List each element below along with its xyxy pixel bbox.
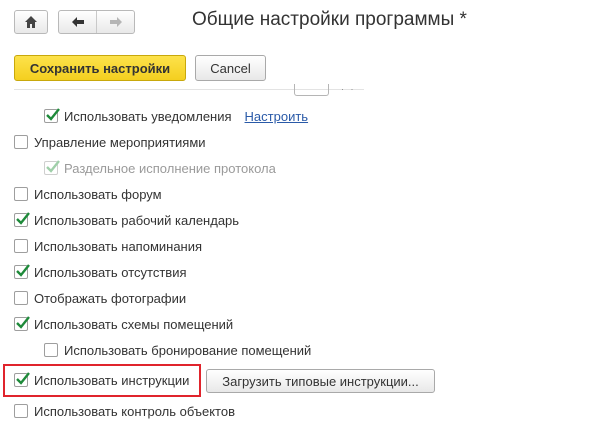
label-use-absences: Использовать отсутствия <box>34 264 187 280</box>
setting-use-work-calendar: Использовать рабочий календарь <box>14 210 239 230</box>
save-settings-button[interactable]: Сохранить настройки <box>14 55 186 81</box>
checkmark-icon <box>46 108 60 121</box>
setting-event-management: Управление мероприятиями <box>14 132 206 152</box>
setting-separate-protocol: Раздельное исполнение протокола <box>44 158 276 178</box>
checkbox-use-notifications[interactable] <box>44 108 60 123</box>
checkmark-icon <box>46 160 60 173</box>
checkbox-use-work-calendar[interactable] <box>14 212 30 227</box>
checkbox-use-absences[interactable] <box>14 264 30 279</box>
label-use-reminders: Использовать напоминания <box>34 238 203 254</box>
home-icon <box>25 16 37 28</box>
label-separate-protocol: Раздельное исполнение протокола <box>64 160 276 176</box>
setting-use-notifications: Использовать уведомления Настроить <box>44 106 308 126</box>
label-use-object-control: Использовать контроль объектов <box>34 403 235 419</box>
label-use-room-schemes: Использовать схемы помещений <box>34 316 234 332</box>
checkbox-use-object-control[interactable] <box>14 404 28 418</box>
setting-use-absences: Использовать отсутствия <box>14 262 187 282</box>
checkmark-icon <box>16 372 30 385</box>
setting-use-room-booking: Использовать бронирование помещений <box>44 340 311 360</box>
forward-button[interactable] <box>96 11 134 33</box>
label-use-notifications: Использовать уведомления <box>64 108 232 124</box>
label-use-room-booking: Использовать бронирование помещений <box>64 342 312 358</box>
checkmark-icon <box>16 212 30 225</box>
home-button[interactable] <box>14 10 48 34</box>
page-title: Общие настройки программы * <box>192 9 467 30</box>
setting-use-reminders: Использовать напоминания <box>14 236 202 256</box>
arrow-left-icon <box>71 17 84 27</box>
load-standard-instructions-button[interactable]: Загрузить типовые инструкции... <box>206 369 435 393</box>
back-button[interactable] <box>59 11 96 33</box>
checkbox-show-photos[interactable] <box>14 291 28 305</box>
checkbox-use-reminders[interactable] <box>14 239 28 253</box>
history-nav <box>58 10 135 34</box>
arrow-right-icon <box>109 17 122 27</box>
partial-input-field[interactable] <box>294 84 329 96</box>
configure-notifications-link[interactable]: Настроить <box>245 109 309 124</box>
partial-label: · · <box>341 84 356 94</box>
checkbox-separate-protocol <box>44 160 60 175</box>
checkbox-use-room-booking[interactable] <box>44 343 58 357</box>
checkmark-icon <box>16 264 30 277</box>
checkmark-icon <box>16 316 30 329</box>
setting-use-instructions: Использовать инструкции <box>14 370 189 390</box>
checkbox-event-management[interactable] <box>14 135 28 149</box>
checkbox-use-room-schemes[interactable] <box>14 316 30 331</box>
setting-use-room-schemes: Использовать схемы помещений <box>14 314 233 334</box>
label-use-forum: Использовать форум <box>34 186 162 202</box>
cancel-button[interactable]: Cancel <box>195 55 266 81</box>
checkbox-use-forum[interactable] <box>14 187 28 201</box>
label-use-instructions: Использовать инструкции <box>34 372 190 388</box>
setting-show-photos: Отображать фотографии <box>14 288 186 308</box>
label-use-work-calendar: Использовать рабочий календарь <box>34 212 240 228</box>
label-event-management: Управление мероприятиями <box>34 134 206 150</box>
setting-use-forum: Использовать форум <box>14 184 162 204</box>
checkbox-use-instructions[interactable] <box>14 372 30 387</box>
setting-use-object-control: Использовать контроль объектов <box>14 401 235 421</box>
label-show-photos: Отображать фотографии <box>34 290 187 306</box>
